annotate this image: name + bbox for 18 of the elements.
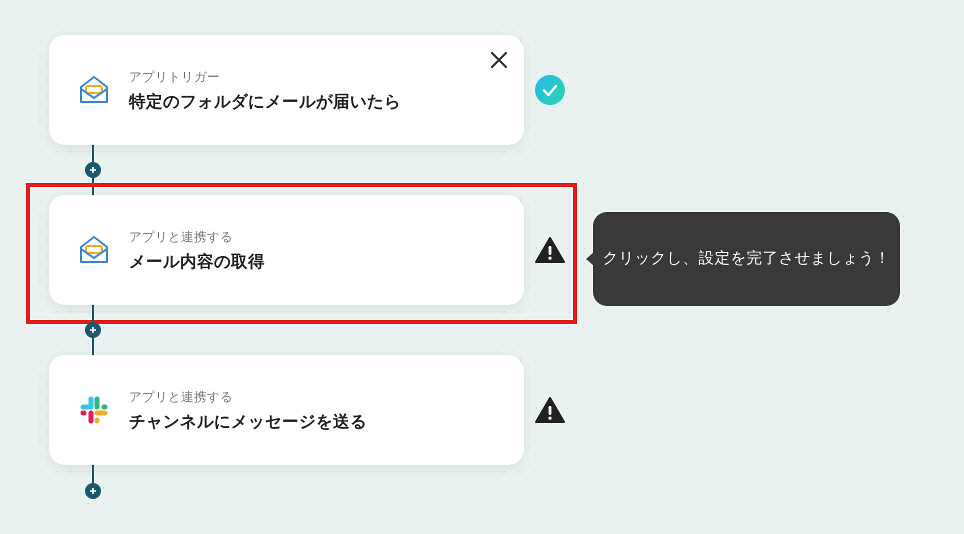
step-title: チャンネルにメッセージを送る <box>129 412 367 432</box>
tooltip-pointer <box>586 252 594 266</box>
plus-icon <box>89 326 97 334</box>
step-card[interactable]: アプリと連携する メール内容の取得 <box>49 195 524 305</box>
step-category: アプリと連携する <box>129 388 234 404</box>
step-title: メール内容の取得 <box>129 252 265 272</box>
step-category: アプリと連携する <box>129 228 234 244</box>
add-step-button[interactable] <box>85 483 101 499</box>
step-title: 特定のフォルダにメールが届いたら <box>129 92 401 112</box>
close-icon <box>488 49 510 71</box>
step-category: アプリトリガー <box>129 68 221 84</box>
step-card[interactable]: アプリと連携する チャンネルにメッセージを送る <box>49 355 524 465</box>
plus-icon <box>89 487 97 495</box>
add-step-button[interactable] <box>85 162 101 178</box>
close-button[interactable] <box>488 49 510 71</box>
step-card[interactable]: アプリトリガー 特定のフォルダにメールが届いたら <box>49 35 524 145</box>
plus-icon <box>89 166 97 174</box>
add-step-button[interactable] <box>85 322 101 338</box>
